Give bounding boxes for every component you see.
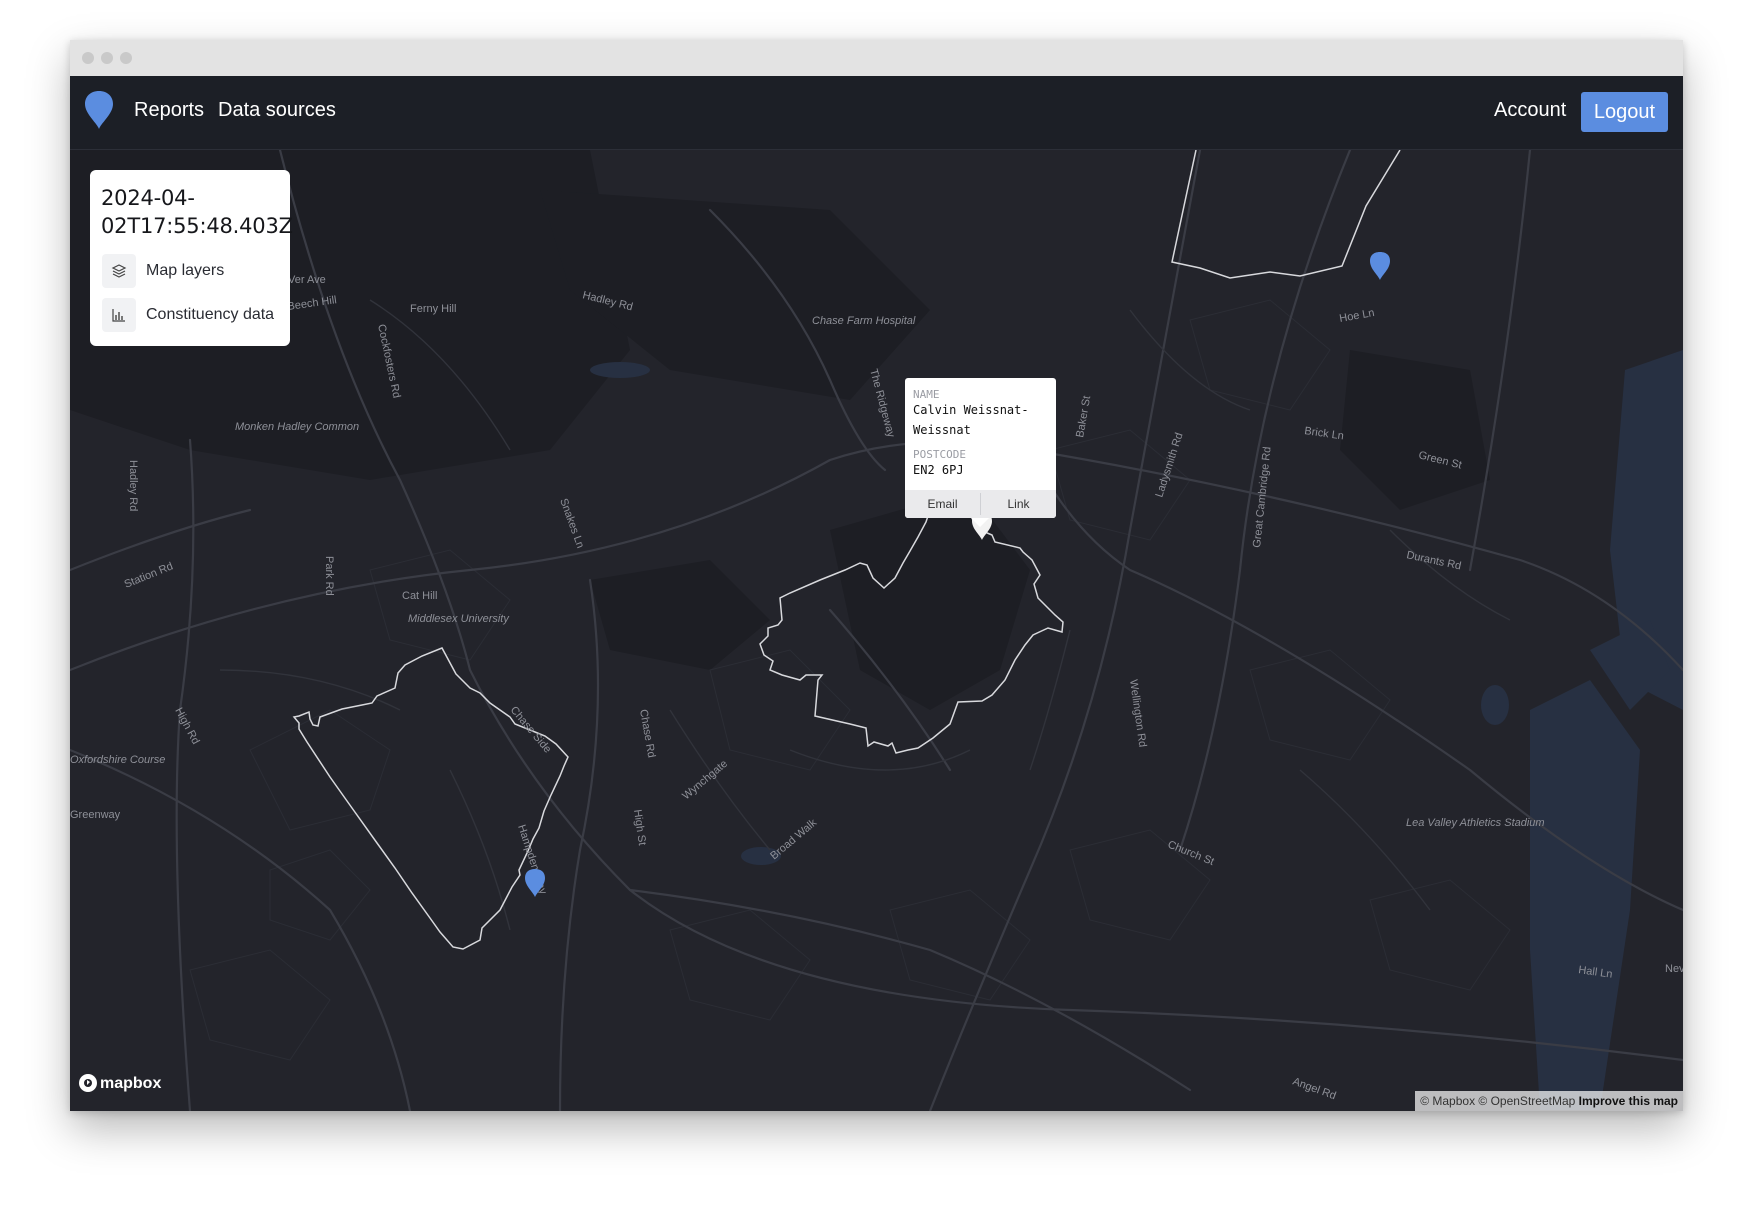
attribution-text: © Mapbox © OpenStreetMap [1420,1094,1576,1108]
window-maximize-dot[interactable] [120,52,132,64]
bar-chart-icon [102,298,136,332]
logout-button[interactable]: Logout [1581,92,1668,132]
popup-email-button[interactable]: Email [905,497,980,511]
popup-name-value: Calvin Weissnat-Weissnat [913,403,1029,437]
svg-text:Chase Rd: Chase Rd [637,708,657,758]
svg-text:Ladysmith Rd: Ladysmith Rd [1153,431,1185,499]
constituency-data-label: Constituency data [146,306,275,323]
map-base: Ferny Hill Hadley Rd Cockfosters Rd Chas… [70,150,1683,1111]
svg-text:Chase Farm Hospital: Chase Farm Hospital [812,315,916,327]
svg-text:High St: High St [631,809,648,846]
constituency-data-button[interactable]: Constituency data [102,298,282,332]
top-navbar: Reports Data sources Account Logout [70,76,1683,150]
svg-text:Baker St: Baker St [1074,395,1093,439]
window-minimize-dot[interactable] [101,52,113,64]
report-panel: 2024-04-02T17:55:48.403Z Map layers Cons… [90,170,293,346]
svg-text:Ferny Hill: Ferny Hill [410,303,456,315]
report-title: 2024-04-02T17:55:48.403Z [101,186,293,238]
svg-text:Middlesex University: Middlesex University [408,613,510,625]
svg-text:High Rd: High Rd [172,706,201,747]
nav-link-data-sources[interactable]: Data sources [218,99,336,122]
mapbox-wordmark: mapbox [100,1075,162,1092]
map-canvas[interactable]: Ferny Hill Hadley Rd Cockfosters Rd Chas… [70,150,1683,1111]
svg-text:Snakes Ln: Snakes Ln [557,497,586,550]
map-layers-button[interactable]: Map layers [102,254,282,288]
svg-text:Nev: Nev [1665,963,1683,975]
popup-postcode-value: EN2 6PJ [913,463,964,477]
svg-text:Oxfordshire Course: Oxfordshire Course [70,754,165,766]
svg-text:Monken Hadley Common: Monken Hadley Common [235,421,359,433]
svg-text:Greenway: Greenway [70,809,121,821]
browser-window: Reports Data sources Account Logout Fern… [70,40,1683,1111]
map-layers-label: Map layers [146,262,225,279]
mapbox-logo-icon[interactable] [78,1073,98,1098]
popup-actions: Email Link [905,490,1056,518]
svg-text:Angel Rd: Angel Rd [1291,1076,1338,1103]
svg-text:Broad Walk: Broad Walk [768,817,819,863]
popup-link-button[interactable]: Link [981,497,1056,511]
map-attribution: © Mapbox © OpenStreetMap Improve this ma… [1415,1091,1683,1111]
svg-text:Cat Hill: Cat Hill [402,590,437,602]
svg-text:Station Rd: Station Rd [123,560,175,590]
svg-text:Ver Ave: Ver Ave [288,274,326,286]
pin-logo-icon[interactable] [84,90,114,135]
svg-text:Wellington Rd: Wellington Rd [1127,679,1148,748]
improve-map-link[interactable]: Improve this map [1579,1094,1678,1108]
svg-text:Hoe Ln: Hoe Ln [1338,307,1375,325]
svg-text:Lea Valley Athletics Stadium: Lea Valley Athletics Stadium [1406,817,1545,829]
nav-link-account[interactable]: Account [1494,99,1566,122]
svg-text:Hadley Rd: Hadley Rd [127,460,139,511]
svg-text:Park Rd: Park Rd [323,556,335,596]
member-popup: NAME Calvin Weissnat-Weissnat POSTCODE E… [905,378,1056,527]
svg-text:Brick Ln: Brick Ln [1304,425,1345,442]
nav-link-reports[interactable]: Reports [134,99,204,122]
window-titlebar [70,40,1683,76]
svg-text:The Ridgeway: The Ridgeway [867,368,897,440]
layers-icon [102,254,136,288]
window-close-dot[interactable] [82,52,94,64]
